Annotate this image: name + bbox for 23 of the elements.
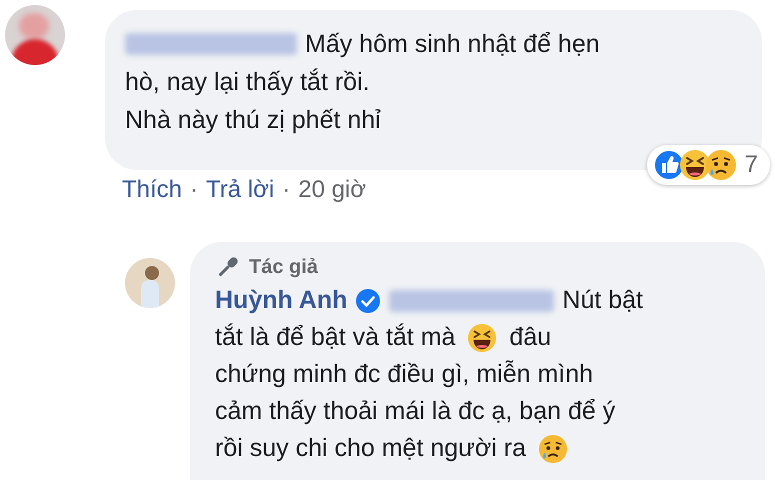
sad-face-icon (538, 434, 568, 464)
comment-text: hò, nay lại thấy tắt rồi. (125, 67, 370, 98)
laughing-face-icon (678, 149, 711, 181)
separator-dot: · (282, 175, 290, 205)
author-name[interactable]: Huỳnh Anh (215, 282, 348, 319)
crying-face-icon (704, 149, 737, 181)
laughing-face-icon (467, 322, 498, 352)
comment-time[interactable]: 20 giờ (298, 172, 366, 208)
comment-text: Nhà này thú zị phết nhỉ (125, 105, 381, 136)
avatar[interactable] (125, 258, 175, 308)
reactions-pill[interactable]: 7 (646, 145, 770, 185)
comment-text: Mấy hôm sinh nhật để hẹn (305, 29, 600, 60)
comment-text: cảm thấy thoải mái là đc ạ, bạn để ý (215, 396, 616, 427)
comment-text: Nút bật (562, 285, 643, 316)
comment-action-link[interactable]: Thích (122, 172, 182, 208)
comment-text: rồi suy chi cho mệt người ra (215, 433, 526, 464)
separator-dot: · (190, 175, 198, 205)
author-label: Tác giả (249, 255, 318, 280)
comment-text: chứng minh đc điều gì, miễn mình (215, 359, 594, 390)
reaction-count: 7 (744, 150, 758, 180)
comment-text: đâu (509, 322, 552, 353)
comment-text: tắt là để bật và tắt mà (215, 322, 456, 353)
comment-action-link[interactable]: Trả lời (206, 172, 274, 208)
